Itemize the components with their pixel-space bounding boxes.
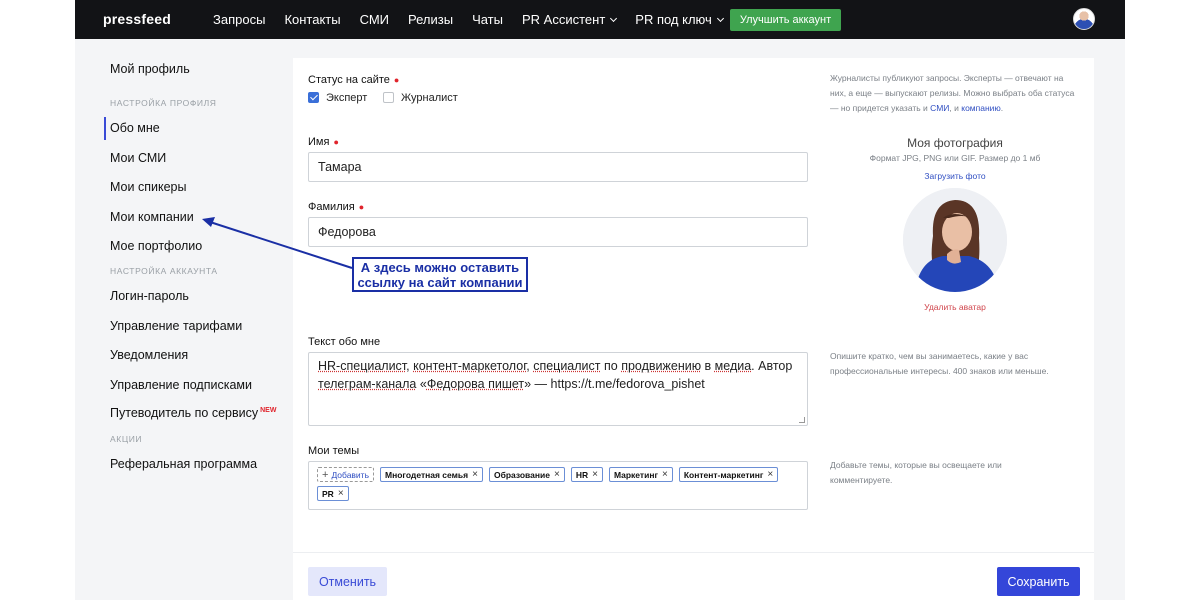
nav-chats[interactable]: Чаты <box>472 12 503 27</box>
add-topic-button[interactable]: + Добавить <box>317 467 375 482</box>
required-marker: ● <box>393 75 400 85</box>
status-label: Статус на сайте ● <box>308 74 400 86</box>
user-avatar[interactable] <box>1073 8 1095 30</box>
nav-media[interactable]: СМИ <box>360 12 389 27</box>
cancel-button[interactable]: Отменить <box>308 567 387 596</box>
sidebar-item-login-password[interactable]: Логин-пароль <box>110 289 189 303</box>
name-label: Имя ● <box>308 136 339 148</box>
topics-hint: Добавьте темы, которые вы освещаете или … <box>830 460 1002 485</box>
sidebar-item-tariffs[interactable]: Управление тарифами <box>110 319 242 333</box>
about-text-line-1: HR-специалист, контент-маркетолог, специ… <box>318 359 793 373</box>
profile-form-card: Статус на сайте ● Эксперт Журналист Имя ● … <box>293 58 1094 600</box>
nav-pr-assistant[interactable]: PR Ассистент <box>522 12 618 27</box>
annotation-callout: А здесь можно оставить ссылку на сайт ко… <box>352 257 528 292</box>
topic-tag: PR × <box>317 486 349 501</box>
company-link[interactable]: компанию <box>961 103 1001 113</box>
remove-tag-icon[interactable]: × <box>662 469 668 480</box>
delete-avatar-link[interactable]: Удалить аватар <box>855 302 1055 312</box>
topic-tag: Многодетная семья × <box>380 467 483 482</box>
about-hint: Опишите кратко, чем вы занимаетесь, каки… <box>830 351 1049 376</box>
topics-field[interactable]: + Добавить Многодетная семья × Образование… <box>308 461 808 510</box>
save-button[interactable]: Сохранить <box>997 567 1080 596</box>
topics-label: Мои темы <box>308 445 360 457</box>
sidebar-item-about[interactable]: Обо мне <box>110 121 160 135</box>
about-label: Текст обо мне <box>308 336 381 348</box>
topic-tag: Контент-маркетинг × <box>678 467 779 482</box>
plus-icon: + <box>322 468 329 481</box>
sidebar-section-account-settings: НАСТРОЙКА АККАУНТА <box>110 266 218 276</box>
about-textarea[interactable]: HR-специалист, контент-маркетолог, специ… <box>308 352 808 426</box>
divider <box>293 552 1094 553</box>
sidebar-item-my-media[interactable]: Мои СМИ <box>110 151 166 165</box>
journalist-label: Журналист <box>401 92 458 104</box>
topic-tag: HR × <box>570 467 603 482</box>
topic-tag: Маркетинг × <box>608 467 673 482</box>
sidebar-item-speakers[interactable]: Мои спикеры <box>110 180 186 194</box>
surname-label: Фамилия ● <box>308 201 365 213</box>
about-text-line-2: телеграм-канала «Федорова пишет» — https… <box>318 377 705 391</box>
settings-sidebar: Мой профиль НАСТРОЙКА ПРОФИЛЯ Обо мне Мо… <box>75 39 290 600</box>
required-marker: ● <box>333 137 339 147</box>
remove-tag-icon[interactable]: × <box>472 469 478 480</box>
remove-tag-icon[interactable]: × <box>554 469 560 480</box>
upload-photo-link[interactable]: Загрузить фото <box>855 171 1055 181</box>
status-hint: Журналисты публикуют запросы. Эксперты —… <box>830 73 1075 113</box>
sidebar-section-promo: АКЦИИ <box>110 434 143 444</box>
sidebar-item-notifications[interactable]: Уведомления <box>110 348 188 362</box>
top-navigation-bar: pressfeed Запросы Контакты СМИ Релизы Ча… <box>75 0 1125 39</box>
sidebar-active-indicator <box>104 117 106 140</box>
logo[interactable]: pressfeed <box>103 11 171 27</box>
journalist-checkbox[interactable] <box>383 92 394 103</box>
app-frame: pressfeed Запросы Контакты СМИ Релизы Ча… <box>75 0 1125 600</box>
profile-photo-image <box>903 188 1007 292</box>
resize-handle[interactable] <box>799 417 805 423</box>
first-name-input[interactable]: Тамара <box>308 152 808 182</box>
remove-tag-icon[interactable]: × <box>767 469 773 480</box>
sidebar-item-portfolio[interactable]: Мое портфолио <box>110 239 202 253</box>
nav-releases[interactable]: Релизы <box>408 12 453 27</box>
photo-format-hint: Формат JPG, PNG или GIF. Размер до 1 мб <box>869 153 1041 163</box>
chevron-down-icon <box>610 14 618 22</box>
remove-tag-icon[interactable]: × <box>338 488 344 499</box>
sidebar-item-my-profile[interactable]: Мой профиль <box>110 62 190 76</box>
sidebar-item-companies[interactable]: Мои компании <box>110 210 194 224</box>
sidebar-item-subscriptions[interactable]: Управление подписками <box>110 378 252 392</box>
nav-requests[interactable]: Запросы <box>213 12 265 27</box>
sidebar-item-referral[interactable]: Реферальная программа <box>110 457 257 471</box>
remove-tag-icon[interactable]: × <box>592 469 598 480</box>
last-name-input[interactable]: Федорова <box>308 217 808 247</box>
photo-title: Моя фотография <box>907 136 1003 150</box>
profile-photo <box>903 188 1007 292</box>
topic-tag: Образование × <box>488 467 565 482</box>
main-nav: Запросы Контакты СМИ Релизы Чаты PR Асси… <box>213 0 742 39</box>
expert-label: Эксперт <box>326 92 368 104</box>
expert-checkbox[interactable] <box>308 92 319 103</box>
nav-contacts[interactable]: Контакты <box>284 12 340 27</box>
chevron-down-icon <box>716 14 724 22</box>
upgrade-account-button[interactable]: Улучшить аккаунт <box>730 9 841 31</box>
sidebar-item-guide[interactable]: Путеводитель по сервису NEW <box>110 406 276 420</box>
required-marker: ● <box>358 202 365 212</box>
media-link[interactable]: СМИ <box>930 103 949 113</box>
nav-pr-turnkey[interactable]: PR под ключ <box>635 12 724 27</box>
sidebar-section-profile-settings: НАСТРОЙКА ПРОФИЛЯ <box>110 98 217 108</box>
new-badge: NEW <box>260 406 277 414</box>
